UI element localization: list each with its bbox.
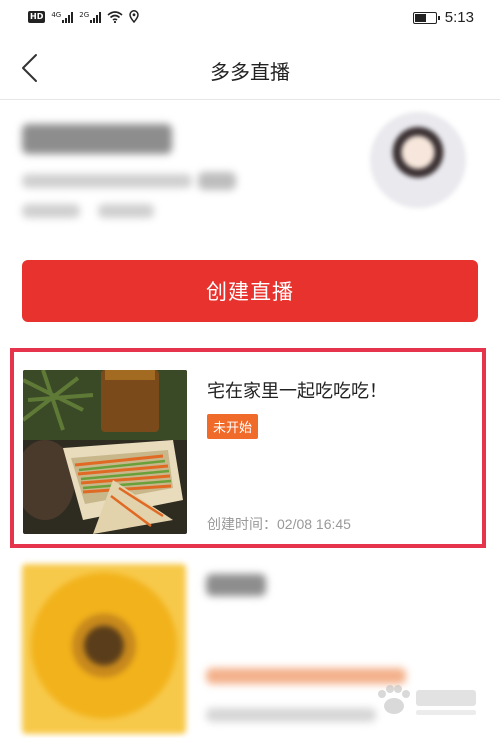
live-title: 宅在家里一起吃吃吃！: [207, 381, 387, 402]
hd-icon: HD: [28, 10, 46, 23]
shop-info-blurred: [22, 174, 192, 188]
signal-icon-secondary: 2G: [79, 10, 102, 23]
live-list-item[interactable]: 宅在家里一起吃吃吃！ 未开始 创建时间：02/08 16:45: [10, 348, 486, 548]
created-time: 创建时间：02/08 16:45: [207, 516, 351, 532]
food-image: [23, 370, 187, 534]
item-title-blurred: [206, 574, 266, 596]
signal-icon: 4G: [51, 10, 74, 23]
shop-stat-blurred-2: [98, 204, 154, 218]
nav-bar: 多多直播: [0, 36, 500, 100]
live-thumbnail-blurred: [22, 564, 186, 734]
status-badge: 未开始: [207, 414, 259, 439]
status-bar: HD 4G 2G 5:13: [0, 0, 500, 36]
shop-name-blurred: [22, 124, 172, 154]
item-time-blurred: [206, 708, 376, 722]
status-left-icons: HD 4G 2G: [28, 10, 139, 23]
location-icon: [129, 10, 139, 23]
network-type-label: 4G: [51, 10, 62, 19]
shop-profile: [0, 100, 500, 240]
create-live-button[interactable]: 创建直播: [22, 260, 478, 322]
status-time: 5:13: [444, 9, 474, 26]
network-type-label-secondary: 2G: [79, 10, 90, 19]
avatar[interactable]: [370, 112, 466, 208]
shop-stat-blurred: [22, 204, 80, 218]
battery-icon: [412, 11, 440, 24]
wifi-icon: [107, 10, 123, 23]
baidu-watermark-logo: [378, 685, 476, 715]
shop-tag-blurred: [198, 172, 236, 190]
status-right: 5:13: [412, 9, 474, 26]
page-title: 多多直播: [210, 60, 290, 84]
live-thumbnail: [23, 370, 187, 534]
